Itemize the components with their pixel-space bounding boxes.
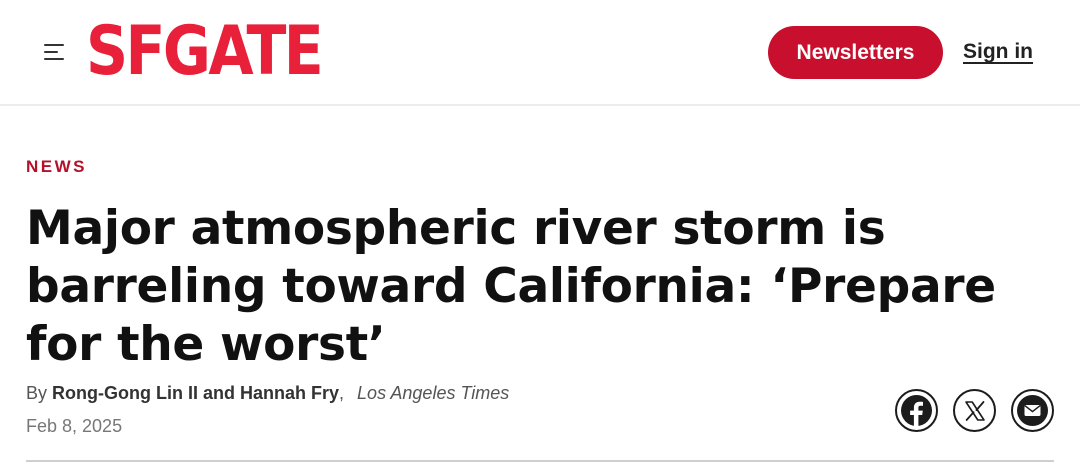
publication-name: Los Angeles Times — [357, 383, 510, 403]
byline-prefix: By — [26, 383, 48, 403]
x-icon — [964, 400, 985, 421]
byline: By Rong-Gong Lin II and Hannah Fry, Los … — [26, 383, 509, 404]
byline-separator: , — [339, 383, 345, 403]
menu-icon[interactable] — [40, 38, 72, 66]
x-share-button[interactable] — [953, 389, 996, 432]
author-names[interactable]: Rong-Gong Lin II and Hannah Fry — [52, 383, 339, 403]
site-logo[interactable]: SFGATE — [86, 14, 324, 90]
newsletters-button[interactable]: Newsletters — [768, 26, 943, 79]
menu-line — [44, 58, 64, 60]
facebook-share-button[interactable] — [895, 389, 938, 432]
section-divider — [26, 460, 1054, 462]
category-label[interactable]: NEWS — [26, 157, 87, 177]
menu-line — [44, 44, 64, 46]
menu-line — [44, 51, 58, 53]
email-share-button[interactable] — [1011, 389, 1054, 432]
facebook-icon — [901, 395, 932, 427]
sign-in-link[interactable]: Sign in — [963, 36, 1033, 68]
publish-date: Feb 8, 2025 — [26, 416, 123, 436]
site-header: SFGATE Newsletters Sign in — [0, 0, 1080, 106]
email-icon — [1017, 395, 1048, 426]
article-headline: Major atmospheric river storm is barreli… — [26, 201, 996, 372]
